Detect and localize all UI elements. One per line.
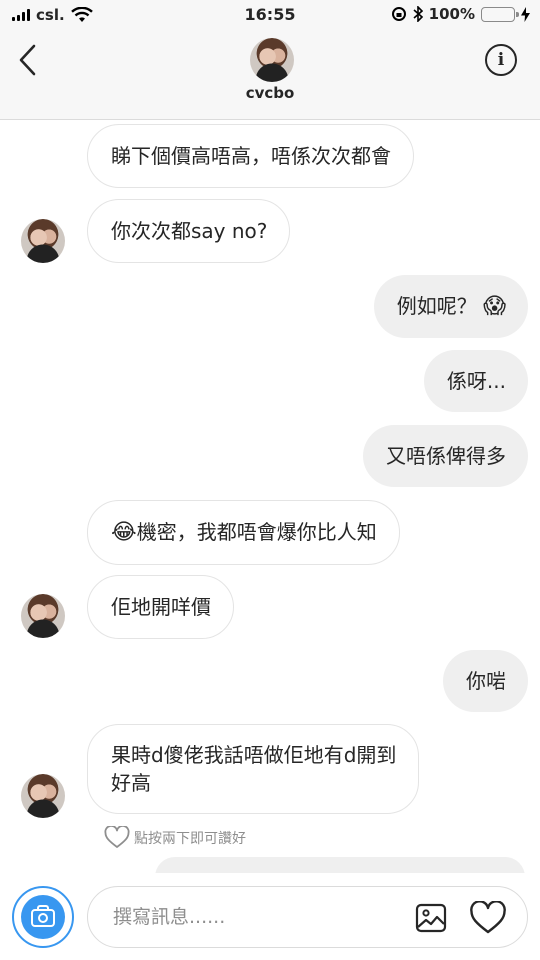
bluetooth-icon	[413, 6, 423, 22]
message-text: 你次次都say no?	[111, 219, 268, 243]
battery-percent: 100%	[428, 5, 475, 23]
heart-button[interactable]	[469, 900, 507, 935]
sender-avatar[interactable]	[21, 594, 65, 638]
message-input[interactable]	[113, 901, 393, 933]
camera-button[interactable]	[12, 886, 74, 948]
message-text: 係呀...	[446, 369, 506, 393]
sender-avatar[interactable]	[21, 219, 65, 263]
heart-outline-icon	[104, 826, 130, 848]
gallery-icon	[415, 903, 447, 933]
message-bubble-outgoing: 例如呢？ 😱	[373, 275, 528, 338]
battery-icon	[481, 6, 519, 22]
message-text: 佢地開咩價	[111, 595, 211, 619]
message-bubble-outgoing: 你啱	[443, 650, 528, 712]
message-bubble-incoming: 😂機密，我都唔會爆你比人知	[87, 500, 400, 565]
message-text: 機密，我都唔會爆你比人知	[136, 520, 377, 544]
rotation-lock-icon	[391, 7, 406, 21]
charging-icon	[521, 6, 530, 22]
message-bubble-outgoing: 係呀...	[423, 350, 528, 412]
camera-icon	[21, 895, 65, 939]
message-text: 你啱	[466, 669, 506, 693]
status-bar: csl. 16:55 100%	[0, 0, 540, 30]
like-hint-text: 點按兩下即可讚好	[134, 830, 246, 847]
message-bubble-incoming: 果時d傻佬我話唔做佢地有d開到 好高	[87, 724, 420, 814]
message-text: 例如呢？	[396, 294, 477, 318]
message-text: 睇下個價高唔高，唔係次次都會	[111, 144, 391, 168]
gallery-button[interactable]	[415, 902, 447, 934]
chat-username[interactable]: cvcbo	[0, 84, 540, 102]
tears-of-joy-emoji: 😂	[111, 520, 137, 545]
status-right: 100%	[391, 5, 530, 23]
message-input-container	[87, 886, 528, 948]
message-bubble-incoming: 你次次都say no?	[87, 199, 291, 263]
scream-emoji: 😱	[483, 294, 506, 319]
header-avatar[interactable]	[250, 38, 294, 82]
message-text: 又唔係俾得多	[386, 444, 506, 468]
message-bubble-incoming: 睇下個價高唔高，唔係次次都會	[87, 124, 414, 188]
sender-avatar[interactable]	[21, 774, 65, 818]
back-button[interactable]	[14, 42, 44, 78]
chat-header: cvcbo i	[0, 30, 540, 120]
message-composer	[0, 873, 540, 960]
double-tap-like-hint: 點按兩下即可讚好	[104, 826, 246, 849]
message-bubble-outgoing: 又唔係俾得多	[363, 425, 528, 487]
chevron-left-icon	[19, 44, 36, 76]
message-bubble-incoming: 佢地開咩價	[87, 575, 234, 639]
message-text-line: 好高	[111, 771, 151, 795]
message-text-line: 果時d傻佬我話唔做佢地有d開到	[111, 743, 397, 767]
info-icon[interactable]: i	[485, 44, 517, 76]
heart-icon	[470, 900, 506, 934]
